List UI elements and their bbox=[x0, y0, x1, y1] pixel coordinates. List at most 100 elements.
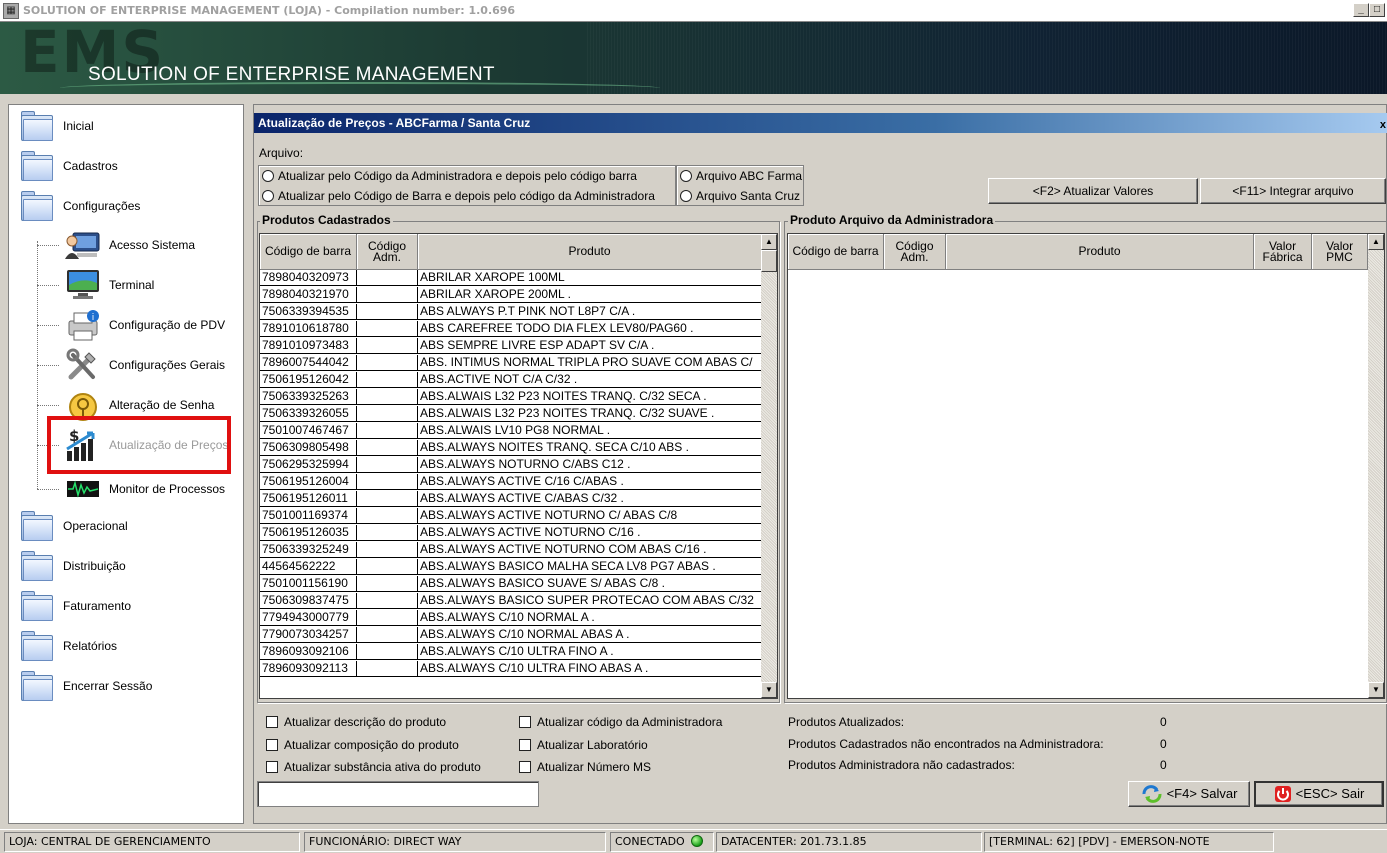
sidebar-item-configuracoes[interactable]: Configurações bbox=[19, 189, 140, 223]
cell-adm-code[interactable] bbox=[357, 287, 418, 303]
cell-barcode[interactable]: 7501007467467 bbox=[260, 423, 357, 439]
sidebar-item-encerrar-sessao[interactable]: Encerrar Sessão bbox=[19, 669, 152, 703]
scroll-down-arrow-icon[interactable]: ▼ bbox=[1368, 682, 1384, 698]
col-header-factory-value[interactable]: Valor Fábrica bbox=[1254, 234, 1312, 270]
exit-button[interactable]: <ESC> Sair bbox=[1254, 781, 1384, 807]
table-row[interactable]: 7896007544042 ABS. INTIMUS NORMAL TRIPLA … bbox=[260, 355, 762, 371]
maximize-button[interactable]: □ bbox=[1369, 3, 1385, 17]
cell-barcode[interactable]: 7501001169374 bbox=[260, 508, 357, 524]
cell-adm-code[interactable] bbox=[357, 559, 418, 575]
cell-product[interactable]: ABS.ALWAYS C/10 NORMAL A . bbox=[418, 610, 762, 626]
cell-product[interactable]: ABS. INTIMUS NORMAL TRIPLA PRO SUAVE COM… bbox=[418, 355, 762, 371]
cell-adm-code[interactable] bbox=[357, 406, 418, 422]
save-button[interactable]: <F4> Salvar bbox=[1128, 781, 1250, 807]
sidebar-item-configuracao-pdv[interactable]: i Configuração de PDV bbox=[37, 307, 225, 343]
cell-barcode[interactable]: 7506295325994 bbox=[260, 457, 357, 473]
cell-adm-code[interactable] bbox=[357, 270, 418, 286]
table-row[interactable]: 7891010973483 ABS SEMPRE LIVRE ESP ADAPT … bbox=[260, 338, 762, 354]
cell-adm-code[interactable] bbox=[357, 321, 418, 337]
checkbox-update-adm-code[interactable]: Atualizar código da Administradora bbox=[519, 715, 722, 729]
cell-barcode[interactable]: 44564562222 bbox=[260, 559, 357, 575]
radio-mode-barcode-first[interactable]: Atualizar pelo Código de Barra e depois … bbox=[262, 189, 655, 203]
table-row[interactable]: 7501001169374 ABS.ALWAYS ACTIVE NOTURNO C… bbox=[260, 508, 762, 524]
cell-adm-code[interactable] bbox=[357, 355, 418, 371]
table-row[interactable]: 7896093092113 ABS.ALWAYS C/10 ULTRA FINO … bbox=[260, 661, 762, 677]
cell-adm-code[interactable] bbox=[357, 389, 418, 405]
cell-product[interactable]: ABS.ALWAYS BASICO SUAVE S/ ABAS C/8 . bbox=[418, 576, 762, 592]
cell-barcode[interactable]: 7898040320973 bbox=[260, 270, 357, 286]
sidebar-item-acesso-sistema[interactable]: Acesso Sistema bbox=[37, 227, 195, 263]
checkbox-update-composition[interactable]: Atualizar composição do produto bbox=[266, 738, 459, 752]
scroll-thumb[interactable] bbox=[761, 250, 777, 272]
cell-barcode[interactable]: 7891010973483 bbox=[260, 338, 357, 354]
update-values-button[interactable]: <F2> Atualizar Valores bbox=[988, 178, 1198, 204]
cell-adm-code[interactable] bbox=[357, 508, 418, 524]
cell-product[interactable]: ABRILAR XAROPE 100ML bbox=[418, 270, 762, 286]
cell-product[interactable]: ABRILAR XAROPE 200ML . bbox=[418, 287, 762, 303]
col-header-product[interactable]: Produto bbox=[946, 234, 1254, 270]
cell-product[interactable]: ABS.ALWAYS C/10 ULTRA FINO A . bbox=[418, 644, 762, 660]
cell-barcode[interactable]: 7506339326055 bbox=[260, 406, 357, 422]
col-header-pmc-value[interactable]: Valor PMC bbox=[1312, 234, 1368, 270]
scroll-up-arrow-icon[interactable]: ▲ bbox=[761, 234, 777, 250]
cell-barcode[interactable]: 7506339325249 bbox=[260, 542, 357, 558]
table-row[interactable]: 7501001156190 ABS.ALWAYS BASICO SUAVE S/ … bbox=[260, 576, 762, 592]
left-grid-scrollbar[interactable]: ▲ ▼ bbox=[761, 234, 777, 698]
admin-file-products-grid[interactable]: Código de barra Código Adm. Produto Valo… bbox=[787, 233, 1385, 699]
scroll-down-arrow-icon[interactable]: ▼ bbox=[761, 682, 777, 698]
table-row[interactable]: 7898040321970 ABRILAR XAROPE 200ML . bbox=[260, 287, 762, 303]
cell-barcode[interactable]: 7506339325263 bbox=[260, 389, 357, 405]
sidebar-item-operacional[interactable]: Operacional bbox=[19, 509, 128, 543]
sidebar-item-terminal[interactable]: Terminal bbox=[37, 267, 154, 303]
cell-product[interactable]: ABS ALWAYS P.T PINK NOT L8P7 C/A . bbox=[418, 304, 762, 320]
cell-adm-code[interactable] bbox=[357, 576, 418, 592]
cell-product[interactable]: ABS.ALWAYS ACTIVE NOTURNO C/ ABAS C/8 bbox=[418, 508, 762, 524]
cell-barcode[interactable]: 7506195126011 bbox=[260, 491, 357, 507]
sidebar-item-cadastros[interactable]: Cadastros bbox=[19, 149, 118, 183]
cell-adm-code[interactable] bbox=[357, 542, 418, 558]
table-row[interactable]: 7506309805498 ABS.ALWAYS NOITES TRANQ. SE… bbox=[260, 440, 762, 456]
sidebar-item-distribuicao[interactable]: Distribuição bbox=[19, 549, 126, 583]
cell-adm-code[interactable] bbox=[357, 372, 418, 388]
table-row[interactable]: 7506195126035 ABS.ALWAYS ACTIVE NOTURNO C… bbox=[260, 525, 762, 541]
cell-product[interactable]: ABS.ALWAYS C/10 ULTRA FINO ABAS A . bbox=[418, 661, 762, 677]
table-row[interactable]: 7506339325263 ABS.ALWAIS L32 P23 NOITES T… bbox=[260, 389, 762, 405]
cell-barcode[interactable]: 7891010618780 bbox=[260, 321, 357, 337]
cell-barcode[interactable]: 7501001156190 bbox=[260, 576, 357, 592]
cell-adm-code[interactable] bbox=[357, 593, 418, 609]
cell-barcode[interactable]: 7790073034257 bbox=[260, 627, 357, 643]
scroll-up-arrow-icon[interactable]: ▲ bbox=[1368, 234, 1384, 250]
cell-adm-code[interactable] bbox=[357, 525, 418, 541]
radio-mode-adm-first[interactable]: Atualizar pelo Código da Administradora … bbox=[262, 169, 637, 183]
cell-adm-code[interactable] bbox=[357, 338, 418, 354]
cell-product[interactable]: ABS.ALWAIS LV10 PG8 NORMAL . bbox=[418, 423, 762, 439]
integrate-file-button[interactable]: <F11> Integrar arquivo bbox=[1200, 178, 1386, 204]
cell-barcode[interactable]: 7896093092113 bbox=[260, 661, 357, 677]
checkbox-update-description[interactable]: Atualizar descrição do produto bbox=[266, 715, 446, 729]
cell-barcode[interactable]: 7506309837475 bbox=[260, 593, 357, 609]
cell-product[interactable]: ABS.ACTIVE NOT C/A C/32 . bbox=[418, 372, 762, 388]
cell-adm-code[interactable] bbox=[357, 491, 418, 507]
table-row[interactable]: 7506295325994 ABS.ALWAYS NOTURNO C/ABS C1… bbox=[260, 457, 762, 473]
sidebar-item-configuracoes-gerais[interactable]: Configurações Gerais bbox=[37, 347, 225, 383]
cell-adm-code[interactable] bbox=[357, 304, 418, 320]
checkbox-update-ms-number[interactable]: Atualizar Número MS bbox=[519, 760, 651, 774]
col-header-adm-code[interactable]: Código Adm. bbox=[884, 234, 946, 270]
table-row[interactable]: 7506195126004 ABS.ALWAYS ACTIVE C/16 C/AB… bbox=[260, 474, 762, 490]
radio-santa-cruz[interactable]: Arquivo Santa Cruz bbox=[680, 189, 800, 203]
col-header-barcode[interactable]: Código de barra bbox=[260, 234, 357, 270]
cell-product[interactable]: ABS CAREFREE TODO DIA FLEX LEV80/PAG60 . bbox=[418, 321, 762, 337]
cell-product[interactable]: ABS.ALWAYS BASICO MALHA SECA LV8 PG7 ABA… bbox=[418, 559, 762, 575]
registered-products-grid[interactable]: Código de barra Código Adm. Produto 7898… bbox=[259, 233, 778, 699]
cell-product[interactable]: ABS.ALWAYS BASICO SUPER PROTECAO COM ABA… bbox=[418, 593, 762, 609]
cell-adm-code[interactable] bbox=[357, 661, 418, 677]
table-row[interactable]: 7794943000779 ABS.ALWAYS C/10 NORMAL A . bbox=[260, 610, 762, 626]
col-header-barcode[interactable]: Código de barra bbox=[788, 234, 884, 270]
close-icon[interactable]: x bbox=[1380, 115, 1386, 135]
cell-product[interactable]: ABS.ALWAYS ACTIVE NOTURNO COM ABAS C/16 … bbox=[418, 542, 762, 558]
cell-adm-code[interactable] bbox=[357, 610, 418, 626]
cell-product[interactable]: ABS.ALWAYS ACTIVE C/16 C/ABAS . bbox=[418, 474, 762, 490]
cell-adm-code[interactable] bbox=[357, 440, 418, 456]
cell-product[interactable]: ABS.ALWAYS ACTIVE C/ABAS C/32 . bbox=[418, 491, 762, 507]
sidebar-item-faturamento[interactable]: Faturamento bbox=[19, 589, 131, 623]
